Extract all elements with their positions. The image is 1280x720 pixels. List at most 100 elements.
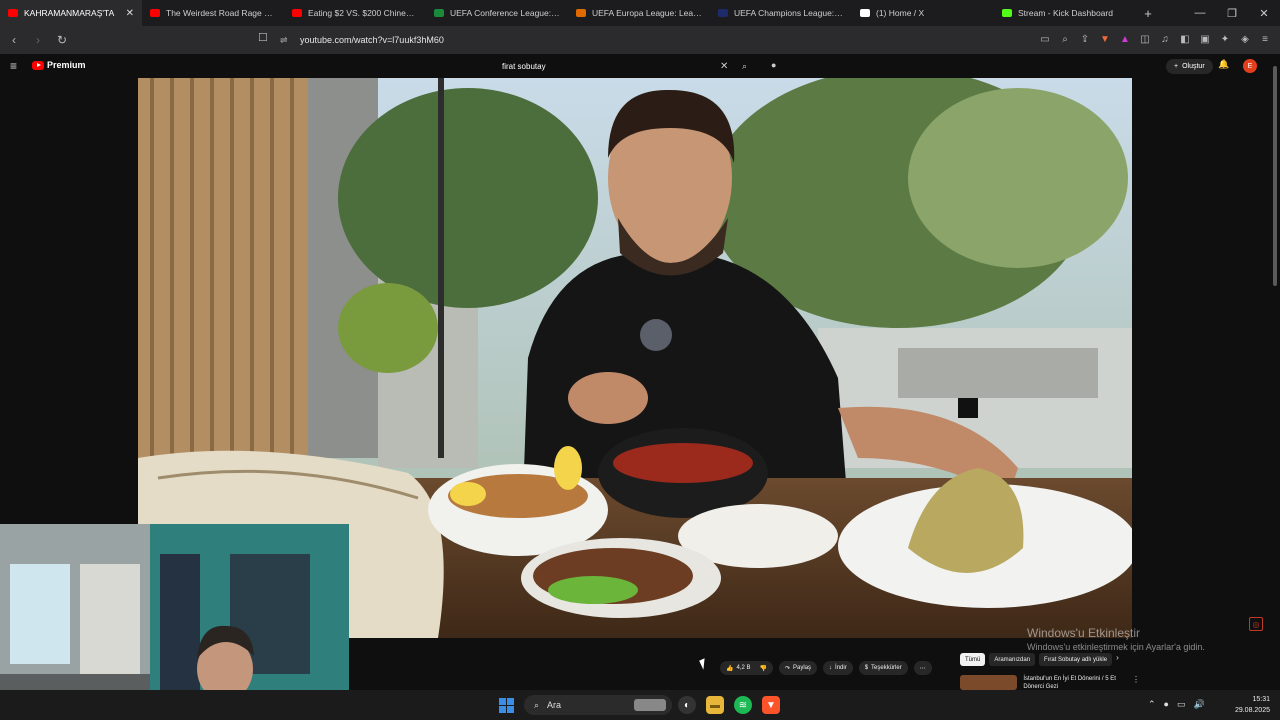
more-icon: ⋯ (919, 665, 926, 672)
bookmark-icon[interactable]: ☐ (258, 31, 268, 44)
watermark-line1: Windows'u Etkinleştir (1027, 626, 1140, 640)
tab-favicon-icon (718, 9, 728, 17)
suggested-video[interactable]: İstanbul'un En İyi Et Dönerini / 5 Et Dö… (960, 675, 1140, 690)
logo-text: Premium (47, 60, 86, 70)
url-text: youtube.com/watch?v=l7uukf3hM60 (300, 35, 444, 45)
vpn-icon[interactable]: ◈ (1238, 31, 1252, 47)
share-icon[interactable]: ⇪ (1078, 31, 1092, 47)
close-tab-icon[interactable]: ✕ (126, 8, 134, 19)
browser-tab[interactable]: The Weirdest Road Rage Situati (142, 0, 284, 26)
new-tab-button[interactable]: + (1136, 6, 1160, 21)
menu-hamburger-icon[interactable]: ≡ (10, 59, 17, 73)
forward-button[interactable]: › (28, 33, 48, 47)
brave-browser-icon[interactable]: ▼ (762, 696, 780, 714)
tab-favicon-icon (576, 9, 586, 17)
brave-shield-icon[interactable]: ▼ (1098, 31, 1112, 47)
search-highlight-image (634, 699, 666, 711)
search-input[interactable]: firat sobutay ✕ ⌕ (492, 58, 762, 74)
zoom-icon[interactable]: ⌕ (1058, 31, 1072, 47)
avatar[interactable]: E (1243, 59, 1257, 73)
search-icon[interactable]: ⌕ (742, 61, 747, 72)
mic-tray-icon[interactable]: ● (1164, 699, 1169, 710)
taskbar-clock[interactable]: 15:31 29.08.2025 (1226, 694, 1270, 716)
chevron-right-icon[interactable]: › (1116, 653, 1119, 666)
maximize-button[interactable]: ❐ (1216, 0, 1248, 26)
chip-from-search[interactable]: Aramanızdan (989, 653, 1036, 666)
thumbs-down-icon[interactable]: 👎 (760, 665, 767, 672)
minimize-button[interactable]: — (1184, 0, 1216, 26)
youtube-play-icon (32, 60, 44, 70)
overlay-icon[interactable]: ◎ (1249, 617, 1263, 631)
scroll-thumb[interactable] (1273, 66, 1277, 286)
reload-button[interactable]: ↻ (52, 33, 72, 47)
more-vert-icon[interactable]: ⋮ (1132, 675, 1140, 690)
music-icon[interactable]: ♫ (1158, 31, 1172, 47)
search-icon: ⌕ (534, 699, 540, 710)
spotify-icon[interactable]: ≋ (734, 696, 752, 714)
chip-all[interactable]: Tümü (960, 653, 986, 666)
rewards-icon[interactable]: ▲ (1118, 31, 1132, 47)
chrome-canary-icon[interactable]: ◐ (678, 696, 696, 714)
close-window-button[interactable]: ✕ (1248, 0, 1280, 26)
leo-icon[interactable]: ◫ (1138, 31, 1152, 47)
download-label: İndir (835, 665, 847, 671)
browser-tab[interactable]: UEFA Europa League: League p (568, 0, 710, 26)
taskbar-search[interactable]: ⌕ Ara (524, 695, 672, 715)
youtube-logo[interactable]: Premium (32, 60, 86, 70)
windows-taskbar: ⌕ Ara ◐ ▬ ≋ ▼ ⌃ ● ▭ 🔊 15:31 29.08.2025 (0, 690, 1280, 720)
tab-favicon-icon (434, 9, 444, 17)
start-tile (499, 706, 506, 713)
sidebar-icon[interactable]: ◧ (1178, 31, 1192, 47)
share-button[interactable]: ↷ Paylaş (778, 661, 818, 675)
menu-icon[interactable]: ≡ (1258, 31, 1272, 47)
browser-tab[interactable]: Eating $2 VS. $200 Chinese Fo (284, 0, 426, 26)
like-count: 4,2 B (736, 665, 751, 671)
share-arrow-icon: ↷ (784, 665, 791, 672)
chevron-up-icon[interactable]: ⌃ (1148, 699, 1156, 710)
tab-list: KAHRAMANMARAŞ'TA ✕ The Weirdest Road Rage … (0, 0, 1136, 26)
browser-tab[interactable]: UEFA Conference League: Leag (426, 0, 568, 26)
tab-title: UEFA Conference League: Leag (450, 8, 560, 18)
video-actions: 👍 4,2 B 👎 ↷ Paylaş ↓ İndir $ Teşekkürler… (720, 661, 932, 675)
tab-favicon-icon (292, 9, 302, 17)
browser-tab[interactable]: KAHRAMANMARAŞ'TA ✕ (0, 0, 142, 26)
thumbs-up-icon: 👍 (726, 665, 734, 672)
file-explorer-icon[interactable]: ▬ (706, 696, 724, 714)
create-label: Oluştur (1182, 63, 1205, 70)
address-toolbar: ‹ › ↻ ☐ ⇌ youtube.com/watch?v=l7uukf3hM6… (0, 26, 1280, 54)
clock-time: 15:31 (1252, 696, 1270, 703)
wallet-icon[interactable]: ▣ (1198, 31, 1212, 47)
back-button[interactable]: ‹ (4, 33, 24, 47)
windows-start-button[interactable] (499, 698, 514, 713)
site-info-icon[interactable]: ⇌ (280, 35, 294, 46)
tab-title: UEFA Europa League: League p (592, 8, 702, 18)
suggested-thumbnail[interactable] (960, 675, 1018, 690)
share-label: Paylaş (793, 665, 812, 671)
like-button[interactable]: 👍 4,2 B 👎 (720, 661, 773, 675)
search-value: firat sobutay (502, 61, 546, 71)
suggested-title[interactable]: İstanbul'un En İyi Et Dönerini / 5 Et Dö… (1023, 675, 1126, 690)
clear-search-icon[interactable]: ✕ (720, 61, 728, 72)
taskbar-apps: ◐ ▬ ≋ ▼ (678, 696, 780, 714)
screen-icon[interactable]: ▭ (1038, 31, 1052, 47)
mic-icon[interactable]: ● (771, 60, 776, 70)
taskbar-search-placeholder: Ara (547, 700, 562, 710)
browser-tab[interactable]: UEFA Champions League: Leag (710, 0, 852, 26)
browser-tab[interactable]: Stream - Kick Dashboard (994, 0, 1136, 26)
chip-channel[interactable]: Fırat Sobutay adlı yükle (1039, 653, 1113, 666)
clock-date: 29.08.2025 (1234, 707, 1270, 714)
plus-icon: + (1174, 63, 1179, 70)
page-scrollbar[interactable] (1270, 54, 1280, 690)
browser-tab-bar: KAHRAMANMARAŞ'TA ✕ The Weirdest Road Rage … (0, 0, 1280, 26)
url-field[interactable]: ⇌ youtube.com/watch?v=l7uukf3hM60 (280, 30, 1000, 50)
notifications-bell-icon[interactable]: 🔔 (1218, 59, 1229, 70)
thanks-button[interactable]: $ Teşekkürler (858, 661, 908, 675)
download-button[interactable]: ↓ İndir (823, 661, 853, 675)
create-button[interactable]: + Oluştur (1166, 59, 1213, 74)
thanks-label: Teşekkürler (871, 665, 902, 671)
network-icon[interactable]: ▭ (1177, 699, 1186, 710)
volume-icon[interactable]: 🔊 (1194, 699, 1205, 710)
ai-icon[interactable]: ✦ (1218, 31, 1232, 47)
browser-tab[interactable]: (1) Home / X (852, 0, 994, 26)
more-actions-button[interactable]: ⋯ (913, 661, 932, 675)
